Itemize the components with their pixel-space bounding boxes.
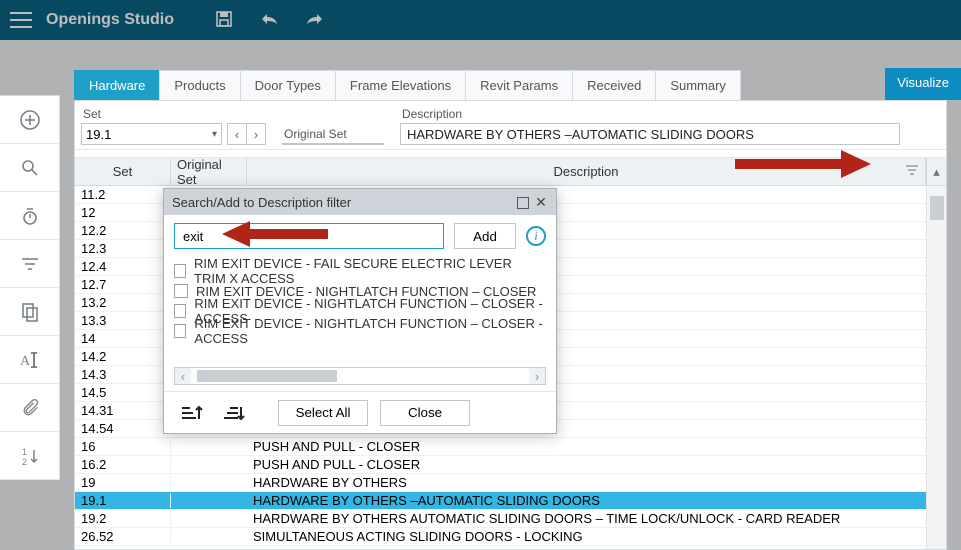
col-original-set[interactable]: Original Set — [171, 158, 247, 185]
tab-bar: Hardware Products Door Types Frame Eleva… — [74, 68, 740, 100]
cell-set: 14.54 — [75, 421, 171, 436]
add-icon[interactable] — [0, 96, 59, 144]
cell-set: 16.2 — [75, 457, 171, 472]
cell-description: HARDWARE BY OTHERS AUTOMATIC SLIDING DOO… — [247, 511, 946, 526]
cell-set: 12.4 — [75, 259, 171, 274]
cell-set: 16 — [75, 439, 171, 454]
chevron-down-icon: ▾ — [212, 129, 217, 140]
cell-set: 12.3 — [75, 241, 171, 256]
select-all-button[interactable]: Select All — [278, 400, 368, 426]
cell-set: 14.31 — [75, 403, 171, 418]
checkbox-icon[interactable] — [174, 284, 188, 298]
original-set-label: Original Set — [282, 125, 384, 143]
sort-desc-icon[interactable] — [218, 400, 248, 426]
tab-frame-elevations[interactable]: Frame Elevations — [335, 70, 466, 100]
undo-icon[interactable] — [258, 11, 280, 30]
set-value: 19.1 — [86, 127, 111, 142]
set-label: Set — [81, 105, 266, 123]
description-label: Description — [400, 105, 900, 123]
numeric-sort-icon[interactable]: 12 — [0, 432, 59, 480]
cell-set: 14.3 — [75, 367, 171, 382]
scroll-left-icon[interactable]: ‹ — [175, 368, 191, 384]
filter-option[interactable]: RIM EXIT DEVICE - FAIL SECURE ELECTRIC L… — [174, 261, 546, 281]
column-filter-icon[interactable] — [905, 164, 919, 179]
checkbox-icon[interactable] — [174, 324, 186, 338]
tab-received[interactable]: Received — [572, 70, 656, 100]
table-row[interactable]: 19 HARDWARE BY OTHERS — [75, 474, 946, 492]
cell-description: HARDWARE BY OTHERS –AUTOMATIC SLIDING DO… — [247, 493, 946, 508]
filter-option[interactable]: RIM EXIT DEVICE - NIGHTLATCH FUNCTION – … — [174, 321, 546, 341]
cell-description: PUSH AND PULL - CLOSER — [247, 439, 946, 454]
close-icon[interactable]: ✕ — [532, 194, 550, 210]
annotation-arrow-input — [220, 219, 330, 249]
tab-hardware[interactable]: Hardware — [74, 70, 160, 100]
svg-text:2: 2 — [22, 457, 27, 466]
cell-set: 14.2 — [75, 349, 171, 364]
col-set[interactable]: Set — [75, 158, 171, 185]
table-row[interactable]: 26.52 SIMULTANEOUS ACTING SLIDING DOORS -… — [75, 528, 946, 546]
tab-door-types[interactable]: Door Types — [240, 70, 336, 100]
topbar: Openings Studio — [0, 0, 961, 40]
info-icon[interactable]: i — [526, 226, 546, 246]
search-icon[interactable] — [0, 144, 59, 192]
checkbox-icon[interactable] — [174, 304, 186, 318]
svg-text:1: 1 — [22, 447, 27, 457]
cell-set: 19.2 — [75, 511, 171, 526]
prev-set-button[interactable]: ‹ — [227, 123, 247, 145]
menu-icon[interactable] — [10, 12, 32, 28]
horizontal-scrollbar[interactable]: ‹ › — [174, 367, 546, 385]
cell-set: 12.7 — [75, 277, 171, 292]
annotation-arrow-filter — [733, 147, 873, 181]
set-dropdown[interactable]: 19.1 ▾ — [81, 123, 222, 145]
tab-products[interactable]: Products — [159, 70, 240, 100]
tab-visualize[interactable]: Visualize — [885, 68, 961, 100]
filter-bar: Set 19.1 ▾ ‹ › Original Set Description … — [75, 101, 946, 150]
next-set-button[interactable]: › — [246, 123, 266, 145]
cell-set: 19.1 — [75, 493, 171, 508]
sort-asc-icon[interactable] — [176, 400, 206, 426]
tab-revit-params[interactable]: Revit Params — [465, 70, 573, 100]
text-icon[interactable]: A — [0, 336, 59, 384]
maximize-icon[interactable] — [517, 197, 529, 209]
timer-icon[interactable] — [0, 192, 59, 240]
description-field[interactable]: HARDWARE BY OTHERS –AUTOMATIC SLIDING DO… — [400, 123, 900, 145]
tab-summary[interactable]: Summary — [655, 70, 741, 100]
svg-text:A: A — [20, 354, 31, 369]
original-set-field[interactable] — [282, 143, 384, 145]
copy-icon[interactable] — [0, 288, 59, 336]
scroll-right-icon[interactable]: › — [529, 368, 545, 384]
save-icon[interactable] — [214, 9, 234, 32]
dialog-title-bar[interactable]: Search/Add to Description filter ✕ — [164, 189, 556, 215]
cell-description: HARDWARE BY OTHERS — [247, 475, 946, 490]
close-button[interactable]: Close — [380, 400, 470, 426]
table-row[interactable]: 19.1 HARDWARE BY OTHERS –AUTOMATIC SLIDIN… — [75, 492, 946, 510]
filter-icon[interactable] — [0, 240, 59, 288]
cell-set: 13.2 — [75, 295, 171, 310]
cell-set: 12.2 — [75, 223, 171, 238]
cell-description: PUSH AND PULL - CLOSER — [247, 457, 946, 472]
cell-set: 11.2 — [75, 187, 171, 202]
vertical-scrollbar[interactable] — [926, 186, 946, 549]
cell-set: 14 — [75, 331, 171, 346]
filter-option-label: RIM EXIT DEVICE - NIGHTLATCH FUNCTION – … — [194, 316, 546, 346]
cell-set: 14.5 — [75, 385, 171, 400]
cell-set: 19 — [75, 475, 171, 490]
redo-icon[interactable] — [304, 11, 326, 30]
cell-set: 26.52 — [75, 529, 171, 544]
app-title: Openings Studio — [46, 11, 174, 29]
add-button[interactable]: Add — [454, 223, 516, 249]
scroll-up-icon[interactable]: ▴ — [926, 158, 946, 185]
dialog-title: Search/Add to Description filter — [172, 195, 514, 210]
left-rail: A 12 — [0, 95, 60, 480]
checkbox-icon[interactable] — [174, 264, 186, 278]
filter-option-label: RIM EXIT DEVICE - FAIL SECURE ELECTRIC L… — [194, 256, 546, 286]
cell-set: 12 — [75, 205, 171, 220]
cell-description: SIMULTANEOUS ACTING SLIDING DOORS - LOCK… — [247, 529, 946, 544]
cell-set: 13.3 — [75, 313, 171, 328]
table-row[interactable]: 19.2 HARDWARE BY OTHERS AUTOMATIC SLIDING… — [75, 510, 946, 528]
table-row[interactable]: 16.2 PUSH AND PULL - CLOSER — [75, 456, 946, 474]
filter-result-list: RIM EXIT DEVICE - FAIL SECURE ELECTRIC L… — [164, 255, 556, 359]
attach-icon[interactable] — [0, 384, 59, 432]
table-row[interactable]: 16 PUSH AND PULL - CLOSER — [75, 438, 946, 456]
